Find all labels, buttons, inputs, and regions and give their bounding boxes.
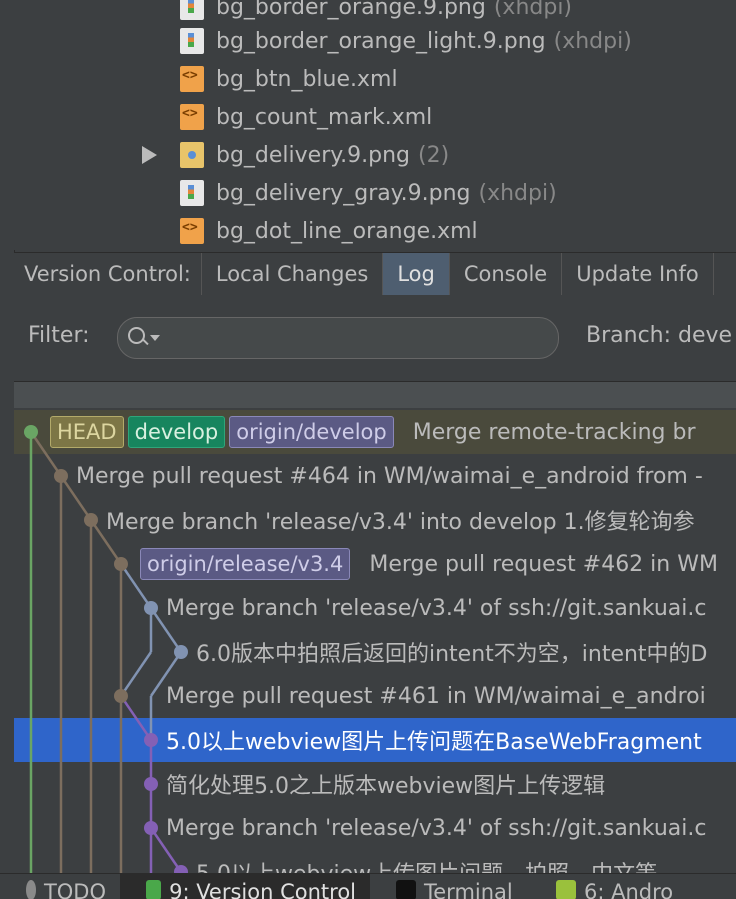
file-name: bg_border_orange_light.9.png — [216, 28, 546, 54]
chevron-down-icon[interactable] — [150, 335, 160, 341]
android-tool-button[interactable]: 6: Andro — [530, 874, 736, 899]
commit-node — [144, 821, 158, 835]
folder-icon — [180, 142, 204, 168]
terminal-icon — [396, 880, 416, 899]
commit-node — [54, 469, 68, 483]
tool-button-label: 9: Version Control — [169, 880, 356, 899]
xml-file-icon — [180, 104, 204, 130]
commit-node — [144, 733, 158, 747]
branch-line — [119, 563, 153, 609]
file-name: bg_count_mark.xml — [216, 104, 433, 130]
file-density: (xhdpi) — [553, 28, 632, 54]
tool-window-bar: TODO 9: Version Control Terminal 6: Andr… — [0, 873, 736, 899]
android-icon — [556, 880, 576, 899]
tree-file-row[interactable]: bg_border_orange_light.9.png (xhdpi) — [180, 22, 632, 60]
file-density: (xhdpi) — [478, 180, 557, 206]
version-control-tool-button[interactable]: 9: Version Control — [120, 874, 370, 899]
todo-icon — [26, 880, 36, 899]
tab-log[interactable]: Log — [383, 253, 450, 295]
tab-console[interactable]: Console — [450, 253, 563, 295]
tree-file-row[interactable]: bg_count_mark.xml — [180, 98, 432, 136]
tab-local-changes[interactable]: Local Changes — [202, 253, 384, 295]
branch-line — [59, 475, 93, 521]
log-filter-bar: Filter: Branch: deve — [14, 295, 736, 381]
terminal-tool-button[interactable]: Terminal — [370, 874, 530, 899]
file-name: bg_delivery_gray.9.png — [216, 180, 471, 206]
branch-line — [149, 607, 183, 653]
commit-node — [144, 601, 158, 615]
branch-line — [29, 431, 63, 477]
tab-update-info[interactable]: Update Info — [562, 253, 714, 295]
commit-node — [114, 689, 128, 703]
branch-line-purple — [149, 827, 183, 873]
tree-file-row[interactable]: bg_delivery_gray.9.png (xhdpi) — [180, 174, 557, 212]
branch-line-purple — [119, 695, 153, 741]
branch-line — [119, 651, 153, 697]
tree-folder-row[interactable]: bg_delivery.9.png (2) — [180, 136, 449, 174]
commit-node — [24, 425, 38, 439]
branch-selector[interactable]: Branch: deve — [586, 323, 732, 348]
tool-button-label: Terminal — [424, 880, 513, 899]
log-column-header — [14, 381, 736, 409]
file-count: (2) — [418, 142, 450, 168]
commit-log: HEAD develop origin/develop Merge remote-t… — [14, 408, 736, 873]
png-file-icon — [180, 28, 204, 54]
version-control-tabbar: Version Control: Local Changes Log Conso… — [14, 252, 736, 296]
todo-tool-button[interactable]: TODO — [0, 874, 120, 899]
file-name: bg_border_orange.9.png — [216, 0, 486, 20]
filter-search-input[interactable] — [117, 317, 559, 359]
commit-node — [84, 513, 98, 527]
branch-line — [89, 519, 123, 565]
file-name: bg_btn_blue.xml — [216, 66, 398, 92]
commit-node — [174, 645, 188, 659]
commit-graph — [24, 425, 188, 873]
filter-label: Filter: — [28, 323, 90, 348]
file-name: bg_delivery.9.png — [216, 142, 410, 168]
file-density: (xhdpi) — [493, 0, 573, 20]
branch-line — [149, 651, 183, 697]
version-control-icon — [146, 880, 162, 899]
search-icon[interactable] — [128, 327, 145, 344]
tree-file-row[interactable]: bg_dot_line_orange.xml — [180, 212, 478, 250]
file-name: bg_dot_line_orange.xml — [216, 218, 478, 244]
png-file-icon — [180, 0, 204, 20]
xml-file-icon — [180, 66, 204, 92]
expand-arrow-icon[interactable] — [142, 146, 157, 164]
png-file-icon — [180, 180, 204, 206]
xml-file-icon — [180, 218, 204, 244]
tool-button-label: TODO — [43, 880, 106, 899]
project-tree: bg_border_orange.9.png (xhdpi) bg_border… — [0, 0, 736, 250]
tool-window-title: Version Control: — [14, 253, 202, 295]
tree-file-row[interactable]: bg_btn_blue.xml — [180, 60, 398, 98]
tool-button-label: 6: Andro — [584, 880, 674, 899]
commit-node — [144, 777, 158, 791]
commit-node — [114, 557, 128, 571]
